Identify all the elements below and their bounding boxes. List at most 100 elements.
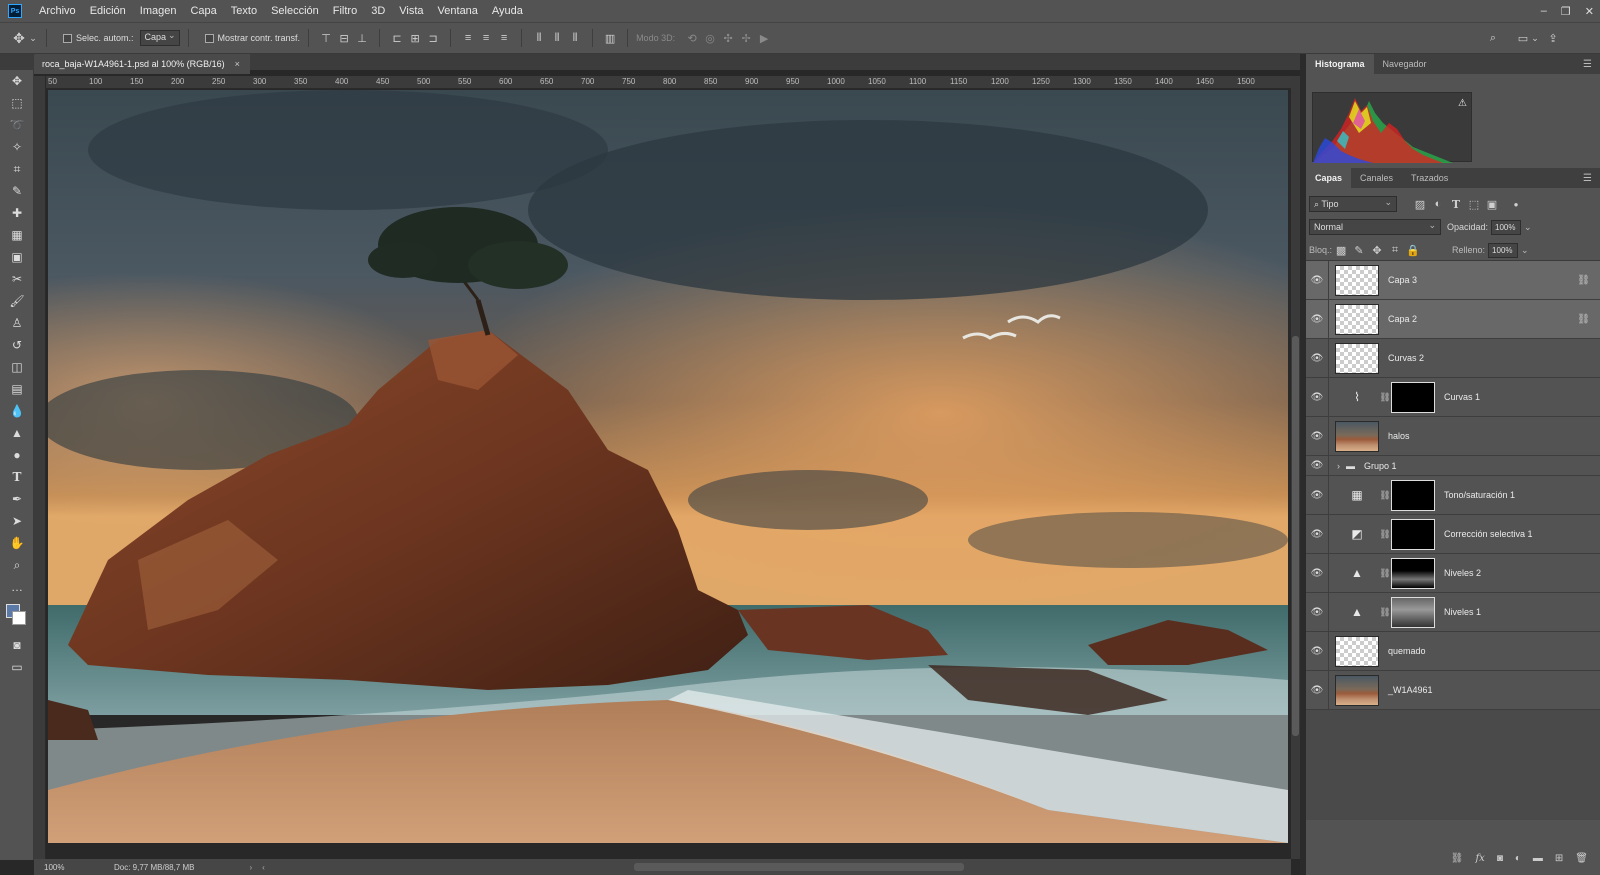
lock-all-icon[interactable]: 🔒 (1404, 241, 1422, 259)
layer-name[interactable]: Grupo 1 (1364, 461, 1397, 471)
filter-type-icon[interactable]: T (1447, 195, 1465, 213)
layer-name[interactable]: Capa 2 (1388, 314, 1417, 324)
frame-tool-icon[interactable]: ▣ (0, 246, 34, 268)
opacity-input[interactable]: 100% (1491, 219, 1522, 235)
more-tools-icon[interactable]: … (0, 576, 34, 598)
close-button[interactable]: ✕ (1585, 5, 1594, 18)
share-icon[interactable]: ⇪ (1544, 29, 1562, 47)
visibility-eye-icon[interactable]: 👁 (1306, 685, 1328, 696)
menu-ventana[interactable]: Ventana (431, 0, 485, 22)
lasso-tool-icon[interactable]: ➰ (0, 114, 34, 136)
trash-icon[interactable]: 🗑 (1575, 853, 1588, 864)
layer-name[interactable]: Corrección selectiva 1 (1444, 529, 1533, 539)
menu-imagen[interactable]: Imagen (133, 0, 184, 22)
layer-mask-thumbnail[interactable] (1391, 518, 1435, 550)
chain-link-icon[interactable]: ⛓ (1379, 568, 1391, 579)
filter-pixel-icon[interactable]: ▨ (1411, 195, 1429, 213)
chevron-down-icon[interactable]: ⌄ (1521, 245, 1529, 256)
show-transform-checkbox[interactable]: Mostrar contr. transf. (204, 33, 300, 43)
type-tool-icon[interactable]: T (0, 466, 34, 488)
visibility-eye-icon[interactable]: 👁 (1306, 490, 1328, 501)
tab-layers[interactable]: Capas (1306, 168, 1352, 188)
lock-transparency-icon[interactable]: ▩ (1332, 241, 1350, 259)
visibility-eye-icon[interactable]: 👁 (1306, 314, 1328, 325)
link-layers-icon[interactable]: ⛓ (1451, 853, 1464, 864)
clone-stamp-tool-icon[interactable]: ♙ (0, 312, 34, 334)
panel-menu-icon[interactable]: ☰ (1583, 173, 1592, 184)
lock-position-icon[interactable]: ✥ (1368, 241, 1386, 259)
align-right-icon[interactable]: ⊐ (424, 29, 442, 47)
layer-row[interactable]: 👁 _W1A4961 (1306, 671, 1600, 710)
close-icon[interactable]: × (235, 59, 240, 69)
vertical-scrollbar[interactable] (1291, 76, 1300, 859)
align-left-icon[interactable]: ⊏ (388, 29, 406, 47)
layer-row[interactable]: 👁 ◩ ⛓ Corrección selectiva 1 (1306, 515, 1600, 554)
doc-size-info[interactable]: Doc: 9,77 MB/88,7 MB (114, 863, 194, 872)
move-tool-icon[interactable]: ✥ (10, 29, 28, 47)
menu-filtro[interactable]: Filtro (326, 0, 364, 22)
background-color-swatch[interactable] (12, 611, 26, 625)
marquee-tool-icon[interactable]: ⬚ (0, 92, 34, 114)
minimize-button[interactable]: – (1541, 5, 1547, 17)
distribute-top-icon[interactable]: ≡ (459, 29, 477, 47)
visibility-eye-icon[interactable]: 👁 (1306, 568, 1328, 579)
brush-tool-icon[interactable]: 🖌 (0, 290, 34, 312)
visibility-eye-icon[interactable]: 👁 (1306, 353, 1328, 364)
scroll-thumb[interactable] (1292, 336, 1299, 736)
lock-brush-icon[interactable]: ✎ (1350, 241, 1368, 259)
auto-select-target-dropdown[interactable]: Capa (139, 30, 180, 46)
dodge-tool-icon[interactable]: ● (0, 444, 34, 466)
healing-brush-tool-icon[interactable]: ✚ (0, 202, 34, 224)
tab-channels[interactable]: Canales (1351, 168, 1402, 188)
chain-link-icon[interactable]: ⛓ (1379, 529, 1391, 540)
document-canvas-image[interactable] (48, 90, 1288, 843)
layer-row[interactable]: 👁 halos (1306, 417, 1600, 456)
menu-3d[interactable]: 3D (364, 0, 392, 22)
panel-menu-icon[interactable]: ☰ (1583, 59, 1592, 70)
screen-mode-icon[interactable]: ▭ (0, 656, 34, 678)
chevron-left-icon[interactable]: ‹ (262, 863, 265, 872)
drag-3d-icon[interactable]: ✣ (719, 29, 737, 47)
layer-name[interactable]: Tono/saturación 1 (1444, 490, 1515, 500)
layer-row[interactable]: 👁 ▦ ⛓ Tono/saturación 1 (1306, 476, 1600, 515)
move-tool-icon[interactable]: ✥ (0, 70, 34, 92)
filter-adjustment-icon[interactable]: ◐ (1429, 195, 1447, 213)
align-hcenter-icon[interactable]: ⊞ (406, 29, 424, 47)
sharpen-tool-icon[interactable]: ▲ (0, 422, 34, 444)
slide-3d-icon[interactable]: ✢ (737, 29, 755, 47)
visibility-eye-icon[interactable]: 👁 (1306, 275, 1328, 286)
layer-row[interactable]: 👁 quemado (1306, 632, 1600, 671)
horizontal-scroll-thumb[interactable] (634, 863, 964, 871)
menu-archivo[interactable]: Archivo (32, 0, 83, 22)
layer-name[interactable]: Niveles 2 (1444, 568, 1481, 578)
visibility-eye-icon[interactable]: 👁 (1306, 646, 1328, 657)
new-adjustment-icon[interactable]: ◐ (1515, 853, 1521, 864)
chain-link-icon[interactable]: ⛓ (1379, 392, 1391, 403)
chevron-down-icon[interactable]: ⌄ (28, 29, 38, 47)
layer-mask-thumbnail[interactable] (1391, 479, 1435, 511)
quick-mask-icon[interactable]: ◙ (0, 634, 34, 656)
gradient-tool-icon[interactable]: ▤ (0, 378, 34, 400)
layer-row[interactable]: 👁 ⌇ ⛓ Curvas 1 (1306, 378, 1600, 417)
distribute-right-icon[interactable]: ⫴ (566, 29, 584, 47)
bandage-tool-icon[interactable]: ▦ (0, 224, 34, 246)
roll-3d-icon[interactable]: ◎ (701, 29, 719, 47)
layer-group-row[interactable]: 👁 › ▬ Grupo 1 (1306, 456, 1600, 476)
layer-name[interactable]: _W1A4961 (1388, 685, 1433, 695)
orbit-3d-icon[interactable]: ⟲ (683, 29, 701, 47)
menu-edicion[interactable]: Edición (83, 0, 133, 22)
distribute-left-icon[interactable]: ⫴ (530, 29, 548, 47)
fill-input[interactable]: 100% (1488, 242, 1519, 258)
visibility-eye-icon[interactable]: 👁 (1306, 607, 1328, 618)
visibility-eye-icon[interactable]: 👁 (1306, 529, 1328, 540)
tab-paths[interactable]: Trazados (1402, 168, 1457, 188)
blur-tool-icon[interactable]: 💧 (0, 400, 34, 422)
chevron-right-icon[interactable]: › (1337, 461, 1340, 471)
scissors-tool-icon[interactable]: ✂ (0, 268, 34, 290)
new-layer-icon[interactable]: ⊞ (1555, 853, 1563, 864)
fx-icon[interactable]: fx (1475, 853, 1484, 864)
zoom-level[interactable]: 100% (44, 863, 114, 872)
layer-name[interactable]: Curvas 1 (1444, 392, 1480, 402)
hand-tool-icon[interactable]: ✋ (0, 532, 34, 554)
layer-mask-thumbnail[interactable] (1391, 596, 1435, 628)
